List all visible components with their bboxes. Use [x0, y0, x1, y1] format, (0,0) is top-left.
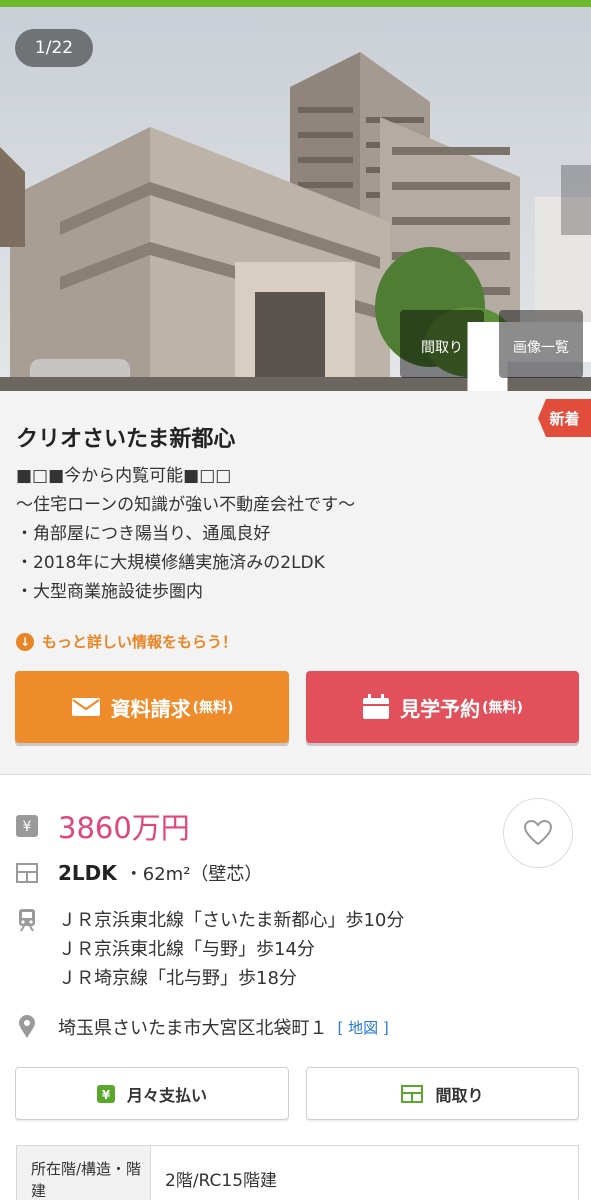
floorplan-button[interactable]: 間取り: [306, 1067, 579, 1120]
map-link[interactable]: [ 地図 ]: [337, 1017, 388, 1038]
price: 3860万円: [58, 811, 190, 845]
floorplan-button-label: 間取り: [435, 1085, 484, 1105]
monthly-payment-label: 月々支払い: [126, 1085, 207, 1105]
heart-icon: [524, 820, 552, 846]
favorite-button[interactable]: [503, 798, 573, 868]
pr-line: ・2018年に大規模修繕実施済みの2LDK: [16, 553, 325, 573]
property-name: クリオさいたま新都心: [16, 427, 236, 452]
pr-line: ■□■今から内覧可能■□□: [16, 466, 232, 486]
svg-text:¥: ¥: [102, 1088, 111, 1102]
more-info-label: もっと詳しい情報をもらう！: [42, 633, 238, 651]
floorplan-icon: [16, 862, 38, 884]
arrow-down-circle-icon: ↓: [16, 632, 34, 651]
photo-counter: 1/22: [15, 29, 93, 67]
pr-line: ・大型商業施設徒歩圏内: [16, 582, 203, 602]
address-row: 埼玉県さいたま市大宮区北袋町１ [ 地図 ]: [16, 1014, 389, 1040]
new-badge: 新着: [538, 399, 591, 437]
station-line: ＪＲ京浜東北線「さいたま新都心」歩10分: [58, 910, 405, 931]
floorplan-icon: [401, 1084, 424, 1103]
spec-table: 所在階/構造・階建 2階/RC15階建: [16, 1145, 579, 1200]
station-line: ＪＲ京浜東北線「与野」歩14分: [58, 939, 315, 960]
brand-top-bar: [0, 0, 591, 7]
spec-table-header: 所在階/構造・階建: [17, 1146, 151, 1200]
floorplan-view-button[interactable]: 間取り: [400, 310, 591, 391]
svg-text:¥: ¥: [23, 819, 32, 835]
address: 埼玉県さいたま市大宮区北袋町１: [58, 1018, 328, 1039]
next-photo-arrow[interactable]: [561, 165, 591, 235]
pr-text: ■□■今から内覧可能■□□ ～住宅ローンの知識が強い不動産会社です～ ・角部屋に…: [16, 462, 355, 607]
request-documents-button[interactable]: 資料請求 (無料): [15, 671, 289, 743]
floor-area: ・62m²（壁芯）: [124, 864, 263, 885]
station-line: ＪＲ埼京線「北与野」歩18分: [58, 968, 297, 989]
request-label: 資料請求: [110, 696, 191, 721]
layout-type: 2LDK: [58, 861, 117, 885]
request-note: (無料): [192, 700, 234, 716]
listing-summary-card: 新着 クリオさいたま新都心 ■□■今から内覧可能■□□ ～住宅ローンの知識が強い…: [0, 391, 591, 775]
train-icon: [16, 909, 38, 932]
envelope-icon: [71, 698, 100, 716]
visit-reservation-button[interactable]: 見学予約 (無料): [306, 671, 579, 743]
monthly-payment-button[interactable]: ¥ 月々支払い: [15, 1067, 289, 1120]
photo-gallery[interactable]: 1/22 間取り 画像一覧: [0, 7, 591, 391]
price-row: ¥ 3860万円: [16, 805, 190, 847]
yen-icon: ¥: [16, 815, 38, 837]
access-info: ＪＲ京浜東北線「さいたま新都心」歩10分 ＪＲ京浜東北線「与野」歩14分 ＪＲ埼…: [16, 906, 404, 993]
pr-line: ・角部屋につき陽当り、通風良好: [16, 524, 271, 544]
calendar-icon: [363, 694, 390, 719]
pr-line: ～住宅ローンの知識が強い不動産会社です～: [16, 495, 356, 515]
visit-label: 見学予約: [400, 696, 481, 721]
grid-icon: [499, 310, 591, 391]
yen-icon: ¥: [96, 1084, 115, 1103]
spec-table-value: 2階/RC15階建: [165, 1171, 278, 1191]
location-pin-icon: [16, 1015, 38, 1038]
image-list-button[interactable]: 画像一覧: [499, 310, 583, 378]
visit-note: (無料): [482, 700, 523, 716]
more-info-link[interactable]: ↓ もっと詳しい情報をもらう！: [16, 631, 237, 652]
layout-row: 2LDK ・62m²（壁芯）: [16, 860, 262, 886]
